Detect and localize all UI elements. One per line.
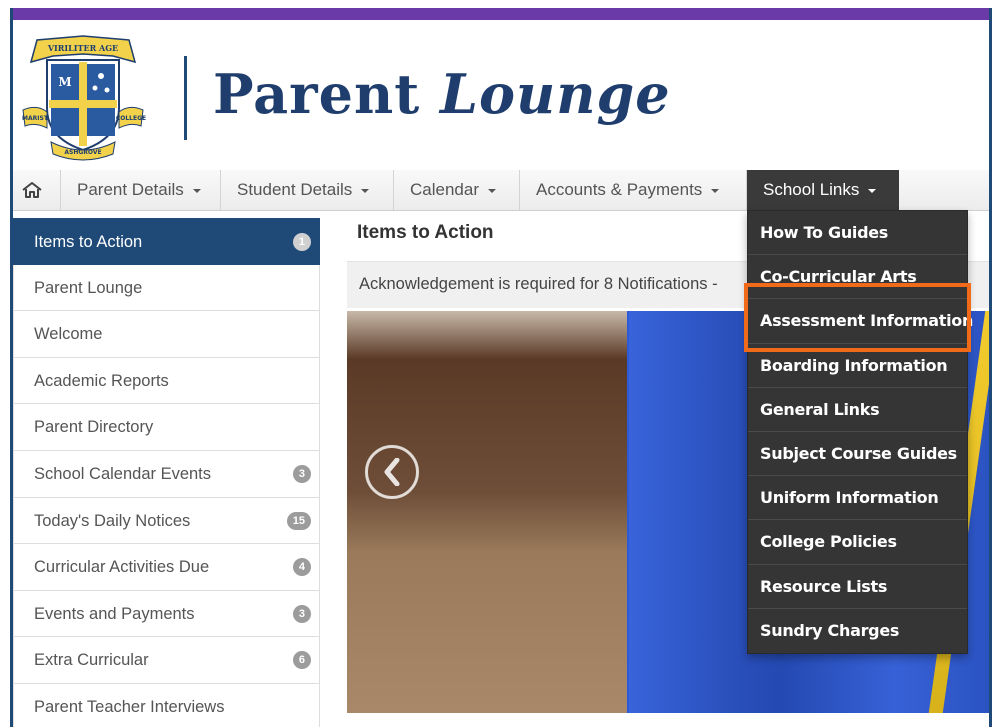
menu-item-resource-lists[interactable]: Resource Lists — [748, 565, 967, 609]
sidebar-item-label: Parent Lounge — [34, 278, 143, 297]
count-badge: 4 — [292, 558, 311, 577]
nav-label: School Links — [763, 180, 860, 199]
sidebar-item-parent-teacher-interviews[interactable]: Parent Teacher Interviews — [13, 683, 320, 727]
sidebar-menu: Items to Action 1 Parent Lounge Welcome A… — [13, 218, 320, 727]
menu-item-general-links[interactable]: General Links — [748, 388, 967, 432]
caret-down-icon — [711, 188, 720, 193]
count-badge: 1 — [292, 233, 311, 251]
caret-down-icon — [361, 188, 370, 193]
sidebar-item-label: Today's Daily Notices — [34, 511, 191, 530]
page-frame: VIRILITER AGE M MARIST COLLEGE ASHGROVE … — [10, 8, 992, 727]
carousel-prev-button[interactable] — [365, 445, 419, 499]
crest-banner-left: MARIST — [22, 115, 49, 122]
sidebar-item-school-calendar-events[interactable]: School Calendar Events 3 — [13, 450, 320, 498]
chevron-left-icon — [384, 458, 400, 486]
caret-down-icon — [192, 188, 201, 193]
sidebar-item-academic-reports[interactable]: Academic Reports — [13, 357, 320, 405]
sidebar-item-daily-notices[interactable]: Today's Daily Notices 15 — [13, 497, 320, 545]
nav-student-details[interactable]: Student Details — [221, 170, 394, 210]
nav-label: Student Details — [237, 180, 353, 199]
main-navbar: Parent Details Student Details Calendar … — [13, 170, 989, 211]
site-header: VIRILITER AGE M MARIST COLLEGE ASHGROVE … — [13, 20, 989, 175]
sidebar-item-label: Parent Directory — [34, 418, 154, 437]
crest-motto: VIRILITER AGE — [47, 43, 118, 53]
caret-down-icon — [488, 188, 496, 193]
sidebar-item-label: Events and Payments — [34, 604, 195, 623]
nav-accounts-payments[interactable]: Accounts & Payments — [520, 170, 747, 210]
crest-banner-bottom: ASHGROVE — [64, 149, 101, 156]
sidebar-item-label: Parent Teacher Interviews — [34, 697, 225, 716]
nav-label: Parent Details — [77, 180, 184, 199]
sidebar-item-label: Items to Action — [34, 233, 143, 251]
school-links-dropdown: How To Guides Co-Curricular Arts Assessm… — [747, 210, 973, 654]
home-icon — [22, 182, 42, 198]
site-title-part2: Lounge — [439, 62, 671, 126]
crest-banner-right: COLLEGE — [116, 115, 146, 122]
sidebar-item-welcome[interactable]: Welcome — [13, 311, 320, 358]
menu-item-college-policies[interactable]: College Policies — [748, 520, 967, 565]
top-accent-bar — [13, 8, 989, 20]
nav-calendar[interactable]: Calendar — [394, 170, 520, 210]
menu-item-how-to-guides[interactable]: How To Guides — [748, 211, 967, 256]
page-title: Items to Action — [357, 222, 494, 243]
nav-parent-details[interactable]: Parent Details — [61, 170, 221, 210]
sidebar-item-label: Curricular Activities Due — [34, 558, 210, 577]
nav-label: Accounts & Payments — [536, 180, 703, 199]
menu-item-subject-course-guides[interactable]: Subject Course Guides — [748, 432, 967, 477]
sidebar-item-events-and-payments[interactable]: Events and Payments 3 — [13, 590, 320, 638]
sidebar-item-parent-lounge[interactable]: Parent Lounge — [13, 264, 320, 312]
count-badge: 15 — [286, 511, 311, 530]
header-divider — [184, 56, 187, 140]
sidebar-item-curricular-activities-due[interactable]: Curricular Activities Due 4 — [13, 544, 320, 591]
menu-item-sundry-charges[interactable]: Sundry Charges — [748, 609, 967, 653]
sidebar-item-label: Welcome — [34, 325, 103, 344]
count-badge: 3 — [292, 464, 311, 483]
sidebar-item-parent-directory[interactable]: Parent Directory — [13, 404, 320, 451]
count-badge: 6 — [292, 651, 311, 670]
nav-label: Calendar — [410, 180, 479, 199]
nav-home-button[interactable] — [13, 170, 61, 210]
sidebar-item-extra-curricular[interactable]: Extra Curricular 6 — [13, 637, 320, 684]
site-title-part1: Parent — [213, 62, 421, 126]
sidebar-item-label: School Calendar Events — [34, 464, 212, 483]
menu-item-uniform-information[interactable]: Uniform Information — [748, 476, 967, 521]
highlight-annotation-box — [744, 283, 971, 352]
svg-text:M: M — [58, 75, 71, 89]
caret-down-icon — [868, 188, 877, 193]
sidebar-item-label: Extra Curricular — [34, 651, 149, 670]
sidebar-item-items-to-action[interactable]: Items to Action 1 — [13, 218, 320, 265]
site-title: Parent Lounge — [213, 62, 671, 126]
college-crest-logo[interactable]: VIRILITER AGE M MARIST COLLEGE ASHGROVE — [17, 34, 149, 162]
sidebar-item-label: Academic Reports — [34, 371, 169, 390]
nav-school-links[interactable]: School Links — [747, 170, 899, 210]
count-badge: 3 — [292, 604, 311, 623]
